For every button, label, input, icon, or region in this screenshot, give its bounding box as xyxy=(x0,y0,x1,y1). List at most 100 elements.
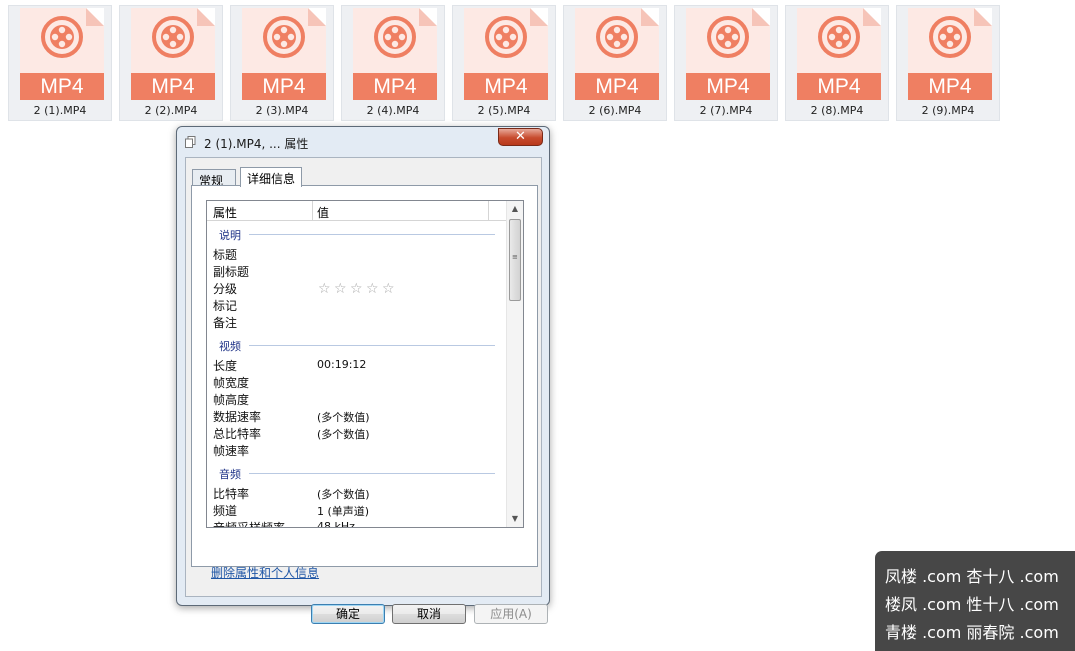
file-item[interactable]: MP4 2 (2).MP4 xyxy=(119,5,223,121)
watermark: 凤楼 .com 杏十八 .com 楼凤 .com 性十八 .com 青楼 .co… xyxy=(875,551,1075,651)
film-reel-icon xyxy=(485,16,527,58)
prop-rating[interactable]: 分级 xyxy=(213,280,237,297)
details-panel: 属性 值 说明 标题 副标题 分级 ☆ ☆ ☆ ☆ ☆ 标记 备注 视频 长度 … xyxy=(191,185,538,580)
group-header-audio: 音频 xyxy=(219,468,241,481)
title-bar[interactable]: 2 (1).MP4, ... 属性 ✕ xyxy=(177,127,549,155)
film-reel-icon xyxy=(374,16,416,58)
prop-frame-height[interactable]: 帧高度 xyxy=(213,391,249,408)
grip-icon: ≡ xyxy=(512,253,518,261)
file-item[interactable]: MP4 2 (5).MP4 xyxy=(452,5,556,121)
film-reel-icon xyxy=(929,16,971,58)
file-badge: MP4 xyxy=(131,73,215,100)
rating-stars[interactable]: ☆ ☆ ☆ ☆ ☆ xyxy=(318,282,398,296)
tab-details[interactable]: 详细信息 xyxy=(240,167,302,187)
properties-dialog: 2 (1).MP4, ... 属性 ✕ 常规 详细信息 属性 值 说明 标题 副… xyxy=(176,126,550,624)
file-item[interactable]: MP4 2 (7).MP4 xyxy=(674,5,778,121)
file-name: 2 (1).MP4 xyxy=(33,104,87,117)
file-name: 2 (4).MP4 xyxy=(366,104,420,117)
group-divider xyxy=(249,234,495,235)
file-badge: MP4 xyxy=(686,73,770,100)
prop-channels[interactable]: 频道 xyxy=(213,502,237,519)
watermark-line: 青楼 .com 丽春院 .com xyxy=(885,623,1059,642)
file-item[interactable]: MP4 2 (9).MP4 xyxy=(896,5,1000,121)
ok-button[interactable]: 确定 xyxy=(311,604,385,624)
prop-title[interactable]: 标题 xyxy=(213,246,237,263)
value-data-rate: (多个数值) xyxy=(317,411,370,424)
mp4-file-icon: MP4 xyxy=(20,8,104,100)
file-name: 2 (7).MP4 xyxy=(699,104,753,117)
multiple-files-icon xyxy=(185,136,196,148)
file-item[interactable]: MP4 2 (6).MP4 xyxy=(563,5,667,121)
property-list[interactable]: 属性 值 说明 标题 副标题 分级 ☆ ☆ ☆ ☆ ☆ 标记 备注 视频 长度 … xyxy=(206,200,524,528)
vertical-scrollbar[interactable]: ▲ ≡ ▼ xyxy=(506,201,523,527)
mp4-file-icon: MP4 xyxy=(908,8,992,100)
cancel-button[interactable]: 取消 xyxy=(392,604,466,624)
group-divider xyxy=(249,473,495,474)
dialog-client: 常规 详细信息 属性 值 说明 标题 副标题 分级 ☆ ☆ ☆ ☆ ☆ 标记 备… xyxy=(185,157,548,624)
star-icon[interactable]: ☆ xyxy=(350,282,366,296)
file-badge: MP4 xyxy=(797,73,881,100)
mp4-file-icon: MP4 xyxy=(242,8,326,100)
file-item[interactable]: MP4 2 (4).MP4 xyxy=(341,5,445,121)
prop-data-rate[interactable]: 数据速率 xyxy=(213,408,261,425)
group-divider xyxy=(249,345,495,346)
prop-frame-rate[interactable]: 帧速率 xyxy=(213,442,249,459)
group-header-description: 说明 xyxy=(219,229,241,242)
file-name: 2 (5).MP4 xyxy=(477,104,531,117)
group-header-video: 视频 xyxy=(219,340,241,353)
watermark-line: 楼凤 .com 性十八 .com xyxy=(885,595,1059,614)
column-header-property[interactable]: 属性 xyxy=(213,204,237,221)
mp4-file-icon: MP4 xyxy=(131,8,215,100)
file-name: 2 (6).MP4 xyxy=(588,104,642,117)
close-button[interactable]: ✕ xyxy=(498,128,543,146)
file-badge: MP4 xyxy=(353,73,437,100)
star-icon[interactable]: ☆ xyxy=(382,282,398,296)
star-icon[interactable]: ☆ xyxy=(334,282,350,296)
star-icon[interactable]: ☆ xyxy=(318,282,334,296)
prop-subtitle[interactable]: 副标题 xyxy=(213,263,249,280)
film-reel-icon xyxy=(41,16,83,58)
file-badge: MP4 xyxy=(242,73,326,100)
prop-tags[interactable]: 标记 xyxy=(213,297,237,314)
scroll-up-arrow-icon[interactable]: ▲ xyxy=(507,201,523,217)
column-header-value[interactable]: 值 xyxy=(317,204,329,221)
apply-button[interactable]: 应用(A) xyxy=(474,604,548,624)
list-header: 属性 值 xyxy=(207,201,507,221)
file-badge: MP4 xyxy=(464,73,548,100)
file-name: 2 (2).MP4 xyxy=(144,104,198,117)
prop-bitrate[interactable]: 比特率 xyxy=(213,485,249,502)
value-total-bitrate: (多个数值) xyxy=(317,428,370,441)
file-item[interactable]: MP4 2 (1).MP4 xyxy=(8,5,112,121)
file-badge: MP4 xyxy=(575,73,659,100)
scroll-thumb[interactable]: ≡ xyxy=(509,219,521,301)
value-sample-rate: 48 kHz xyxy=(317,520,355,528)
file-badge: MP4 xyxy=(20,73,104,100)
watermark-line: 凤楼 .com 杏十八 .com xyxy=(885,567,1059,586)
film-reel-icon xyxy=(818,16,860,58)
prop-frame-width[interactable]: 帧宽度 xyxy=(213,374,249,391)
prop-total-bitrate[interactable]: 总比特率 xyxy=(213,425,261,442)
file-badge: MP4 xyxy=(908,73,992,100)
dialog-title: 2 (1).MP4, ... 属性 xyxy=(204,137,309,151)
mp4-file-icon: MP4 xyxy=(575,8,659,100)
file-name: 2 (8).MP4 xyxy=(810,104,864,117)
tab-general[interactable]: 常规 xyxy=(192,169,236,188)
mp4-file-icon: MP4 xyxy=(797,8,881,100)
file-item[interactable]: MP4 2 (8).MP4 xyxy=(785,5,889,121)
file-item[interactable]: MP4 2 (3).MP4 xyxy=(230,5,334,121)
prop-length[interactable]: 长度 xyxy=(213,357,237,374)
mp4-file-icon: MP4 xyxy=(686,8,770,100)
file-name: 2 (3).MP4 xyxy=(255,104,309,117)
film-reel-icon xyxy=(707,16,749,58)
value-bitrate: (多个数值) xyxy=(317,488,370,501)
mp4-file-icon: MP4 xyxy=(353,8,437,100)
scroll-down-arrow-icon[interactable]: ▼ xyxy=(507,511,523,527)
prop-comments[interactable]: 备注 xyxy=(213,314,237,331)
film-reel-icon xyxy=(152,16,194,58)
file-name: 2 (9).MP4 xyxy=(921,104,975,117)
film-reel-icon xyxy=(263,16,305,58)
value-channels: 1 (单声道) xyxy=(317,505,370,518)
prop-sample-rate[interactable]: 音频采样频率 xyxy=(213,519,285,527)
remove-properties-link[interactable]: 删除属性和个人信息 xyxy=(211,564,319,581)
star-icon[interactable]: ☆ xyxy=(366,282,382,296)
